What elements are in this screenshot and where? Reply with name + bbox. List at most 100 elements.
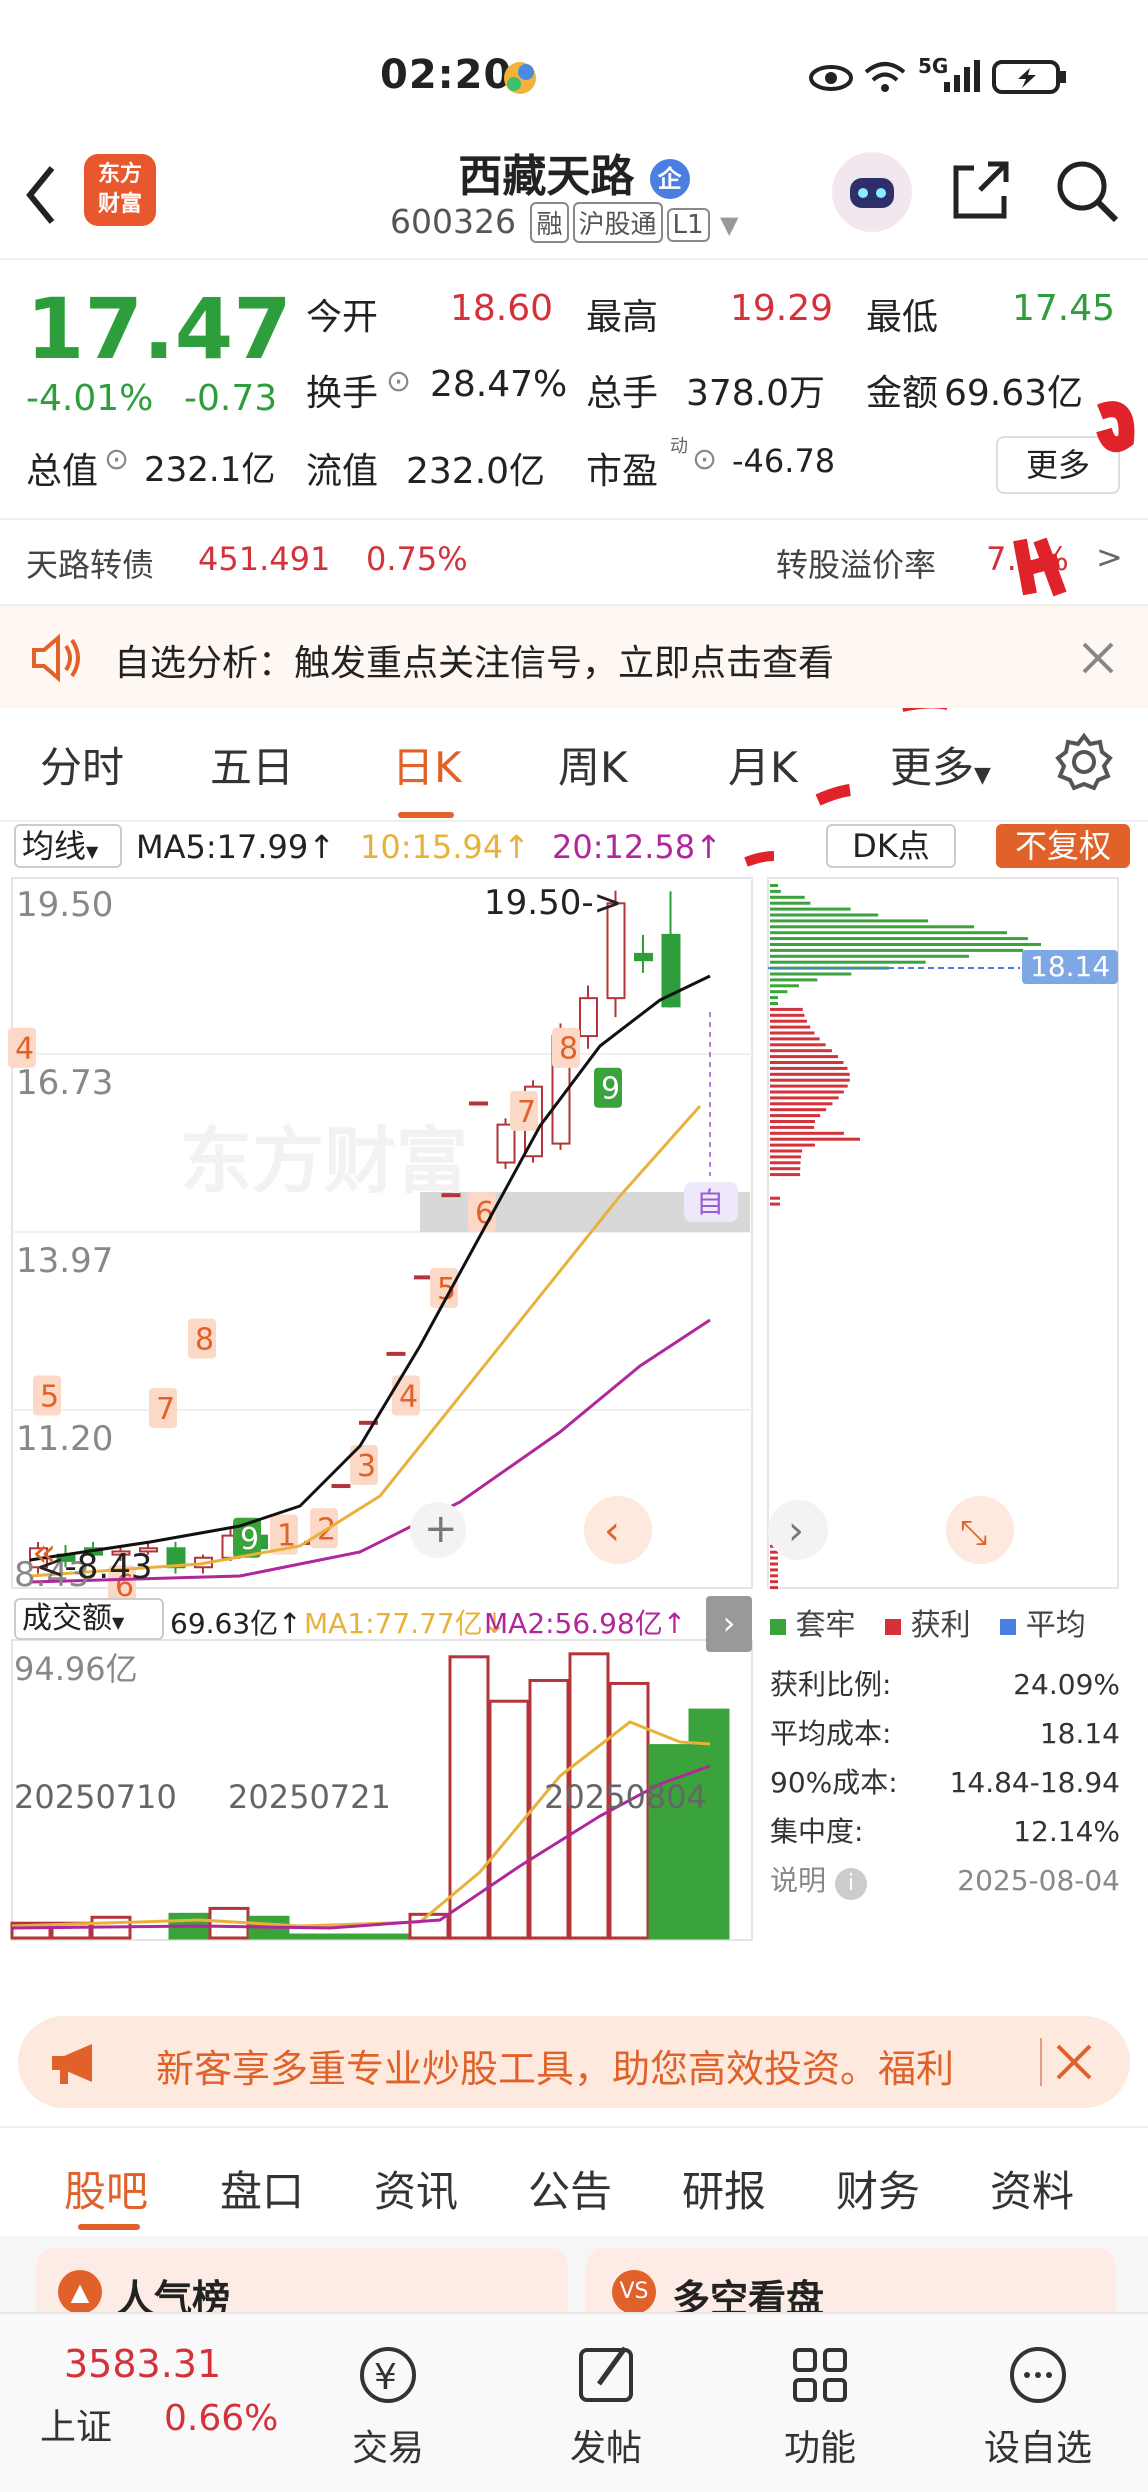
tab-finance[interactable]: 财务 [836, 2158, 920, 2219]
tab-daily-k[interactable]: 日K [392, 734, 462, 795]
ma5-value: MA5:17.99↑ [136, 828, 335, 866]
chip-bar [770, 984, 799, 987]
chip-date: 2025-08-04 [957, 1856, 1120, 1905]
chip-bar [770, 1102, 832, 1105]
chip-bar [770, 1096, 839, 1099]
ma10-value: 10:15.94↑ [360, 828, 530, 866]
chip-bar [770, 1079, 850, 1082]
banner-text: 自选分析：触发重点关注信号，立即点击查看 [114, 634, 834, 686]
nav-trade[interactable]: ¥ 交易 [308, 2340, 468, 2471]
chip-bar [770, 1574, 778, 1577]
active-tab-indicator [78, 2224, 140, 2230]
gear-icon[interactable] [1054, 732, 1114, 792]
tab-more-label: 更多 [890, 743, 974, 792]
chip-bar [770, 978, 817, 981]
chip-bar [770, 1002, 778, 1005]
high-note: 19.50-> [484, 883, 622, 923]
chip-bar [770, 1126, 814, 1129]
chip-bar [770, 1155, 801, 1158]
ytick-4: 11.20 [16, 1419, 113, 1459]
tab-monthly-k[interactable]: 月K [728, 734, 798, 795]
chip-bar [770, 1061, 843, 1064]
nav-label: 设自选 [958, 2419, 1118, 2471]
period-tabs: 分时 五日 日K 周K 月K 更多▼ [0, 712, 1148, 822]
close-icon[interactable] [1080, 640, 1116, 676]
chip-bar [770, 884, 778, 887]
nav-add-watchlist[interactable]: 设自选 [958, 2340, 1118, 2471]
nav-functions[interactable]: 功能 [740, 2340, 900, 2471]
legend-avg: 平均 [1026, 1608, 1086, 1643]
chip-note[interactable]: 说明 i [770, 1856, 867, 1905]
td-label: 5 [40, 1379, 59, 1414]
bottom-nav: 3583.31 上证 0.66% ¥ 交易 发帖 功能 设自选 [0, 2312, 1148, 2492]
analysis-banner[interactable]: 自选分析：触发重点关注信号，立即点击查看 [0, 604, 1148, 708]
chips-legend: 套牢 获利 平均 [770, 1600, 1086, 1644]
nav-label: 发帖 [526, 2419, 686, 2471]
ma-selector[interactable]: 均线▼ [14, 824, 122, 868]
grid-icon [785, 2340, 855, 2410]
megaphone-icon [48, 2040, 104, 2086]
chip-label: 90%成本: [770, 1758, 898, 1807]
chip-bar [770, 1008, 803, 1011]
double-left-icon[interactable]: « [32, 1530, 56, 1576]
adjust-button[interactable]: 不复权 [996, 824, 1130, 868]
date-1: 20250710 [14, 1778, 177, 1816]
chip-bar [770, 1586, 778, 1589]
popularity-icon: ▲ [58, 2270, 102, 2314]
chip-bar [770, 1091, 844, 1094]
td-label: 8 [195, 1323, 214, 1358]
td-label: 9 [601, 1072, 620, 1107]
chip-bar [770, 1067, 847, 1070]
cards-strip: ▲ 人气榜 VS 多空看盘 [0, 2236, 1148, 2316]
close-icon[interactable] [1054, 2042, 1094, 2082]
chip-bar [770, 949, 1023, 952]
chip-value: 18.14 [1040, 1709, 1120, 1758]
tab-more[interactable]: 更多▼ [890, 734, 991, 795]
dk-button[interactable]: DK点 [826, 824, 956, 868]
volume-selector[interactable]: 成交额▼ [14, 1598, 164, 1640]
chip-bar [770, 1073, 850, 1076]
ytick-2: 16.73 [16, 1063, 113, 1103]
chip-bar [770, 1114, 820, 1117]
chevron-left-icon: ‹ [604, 1508, 620, 1554]
date-3: 20250804 [544, 1778, 707, 1816]
tab-forum[interactable]: 股吧 [64, 2158, 148, 2219]
chip-value: 24.09% [1013, 1660, 1120, 1709]
tab-announcement[interactable]: 公告 [528, 2158, 612, 2219]
chip-bar [770, 1150, 802, 1153]
chip-bar [770, 973, 851, 976]
tab-five-day[interactable]: 五日 [210, 734, 294, 795]
vol-ma1: MA1:77.77亿↓ [304, 1602, 506, 1642]
chip-bar [770, 919, 928, 922]
td-label: 4 [399, 1379, 418, 1414]
index-name: 上证 [40, 2398, 112, 2450]
tab-profile[interactable]: 资料 [990, 2158, 1074, 2219]
chip-value: 12.14% [1013, 1807, 1120, 1856]
date-2: 20250721 [228, 1778, 391, 1816]
index-pct: 0.66% [164, 2398, 278, 2439]
td-label: 8 [559, 1032, 578, 1067]
tab-news[interactable]: 资讯 [374, 2158, 458, 2219]
chip-bar [770, 902, 810, 905]
td-label: 3 [357, 1449, 376, 1484]
chip-bar [770, 1120, 815, 1123]
expand-indicator-button[interactable]: › [706, 1596, 752, 1652]
nav-label: 交易 [308, 2419, 468, 2471]
chip-bar [770, 1144, 815, 1147]
tab-intraday[interactable]: 分时 [40, 734, 124, 795]
promo-banner[interactable]: 新客享多重专业炒股工具，助您高效投资。福利 [18, 2016, 1130, 2108]
promo-text: 新客享多重专业炒股工具，助您高效投资。福利 [156, 2038, 1046, 2093]
self-mark: 自 [696, 1186, 724, 1219]
tab-research[interactable]: 研报 [682, 2158, 766, 2219]
chip-label: 获利比例: [770, 1660, 891, 1709]
chip-bar [770, 1037, 820, 1040]
chip-bar [770, 931, 1007, 934]
nav-label: 功能 [740, 2419, 900, 2471]
chip-bar [770, 1161, 801, 1164]
chip-bar [770, 1108, 826, 1111]
divider [1040, 2038, 1042, 2086]
nav-post[interactable]: 发帖 [526, 2340, 686, 2471]
tab-weekly-k[interactable]: 周K [558, 734, 628, 795]
candle [470, 1102, 487, 1104]
tab-orderbook[interactable]: 盘口 [220, 2158, 304, 2219]
